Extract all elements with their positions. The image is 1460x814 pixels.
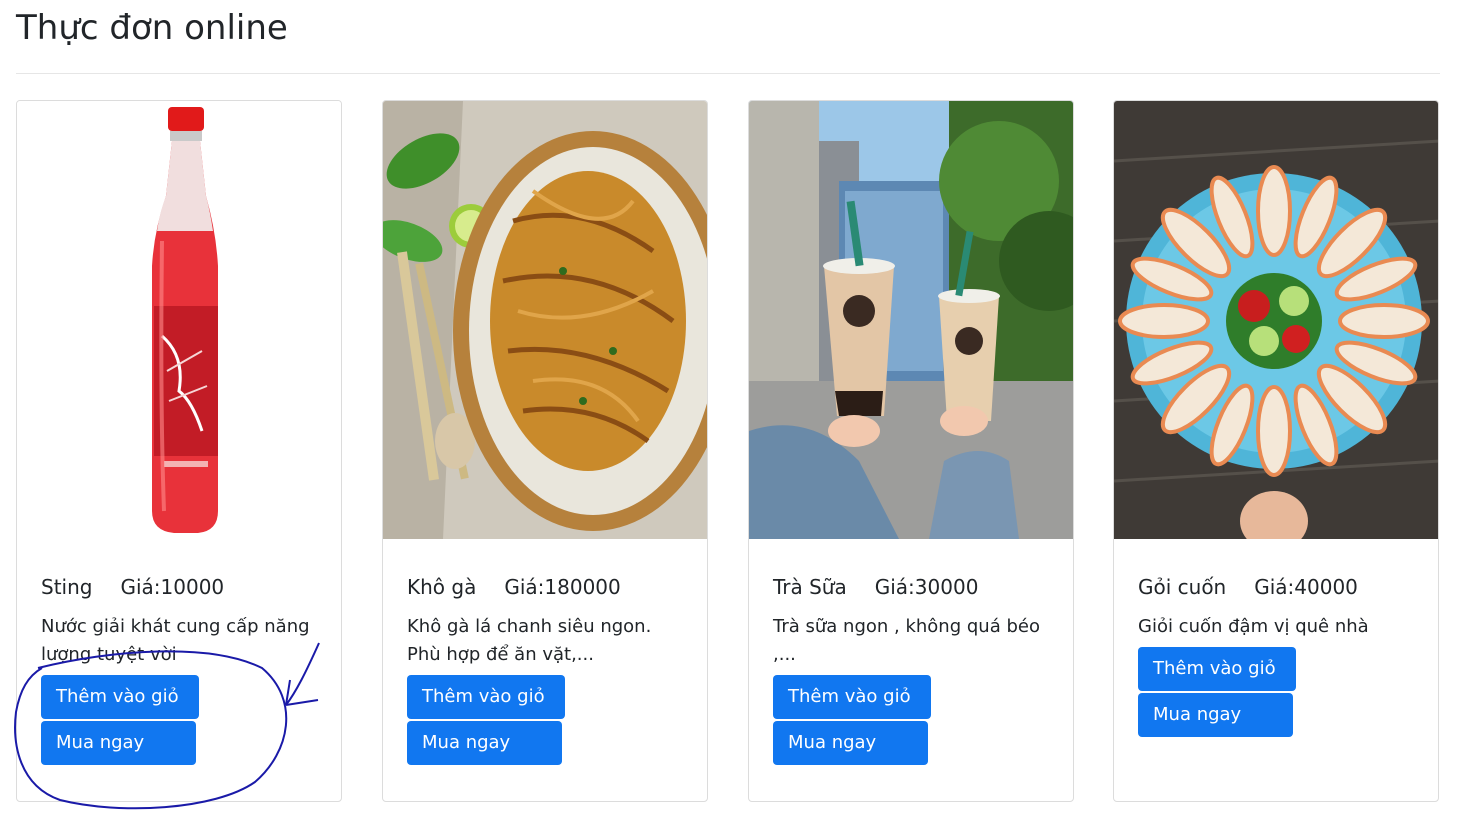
product-description: Trà sữa ngon , không quá béo ,...	[773, 616, 1040, 665]
product-price: Giá:10000	[120, 575, 225, 599]
product-description: Khô gà lá chanh siêu ngon. Phù hợp để ăn…	[407, 616, 652, 665]
red-bottle-image	[17, 101, 341, 539]
product-name: Gỏi cuốn	[1138, 575, 1227, 599]
buy-now-button[interactable]: Mua ngay	[407, 721, 562, 765]
dried-chicken-image	[383, 101, 707, 539]
add-to-cart-button[interactable]: Thêm vào giỏ	[1138, 647, 1296, 691]
spring-rolls-image	[1114, 101, 1438, 539]
product-card-tra-sua: Trà Sữa Giá:30000 Trà sữa ngon , không qu…	[748, 100, 1074, 802]
add-to-cart-button[interactable]: Thêm vào giỏ	[773, 675, 931, 719]
product-price: Giá:40000	[1254, 575, 1358, 599]
product-name: Trà Sữa	[773, 575, 847, 599]
title-divider	[16, 73, 1440, 74]
buy-now-button[interactable]: Mua ngay	[1138, 693, 1293, 737]
product-description: Giỏi cuốn đậm vị quê nhà	[1138, 616, 1369, 637]
product-card-sting: Sting Giá:10000 Nước giải khát cung cấp n…	[16, 100, 342, 802]
product-price: Giá:180000	[504, 575, 621, 599]
product-name: Khô gà	[407, 575, 477, 599]
buy-now-button[interactable]: Mua ngay	[773, 721, 928, 765]
product-card-goi-cuon: Gỏi cuốn Giá:40000 Giỏi cuốn đậm vị quê n…	[1113, 100, 1439, 802]
product-name: Sting	[41, 575, 93, 599]
add-to-cart-button[interactable]: Thêm vào giỏ	[41, 675, 199, 719]
add-to-cart-button[interactable]: Thêm vào giỏ	[407, 675, 565, 719]
product-price: Giá:30000	[874, 575, 979, 599]
product-card-kho-ga: Khô gà Giá:180000 Khô gà lá chanh siêu ng…	[382, 100, 708, 802]
milk-tea-image	[749, 101, 1073, 539]
buy-now-button[interactable]: Mua ngay	[41, 721, 196, 765]
product-description: Nước giải khát cung cấp năng lượng tuyệt…	[41, 616, 310, 665]
page-title: Thực đơn online	[16, 8, 288, 48]
